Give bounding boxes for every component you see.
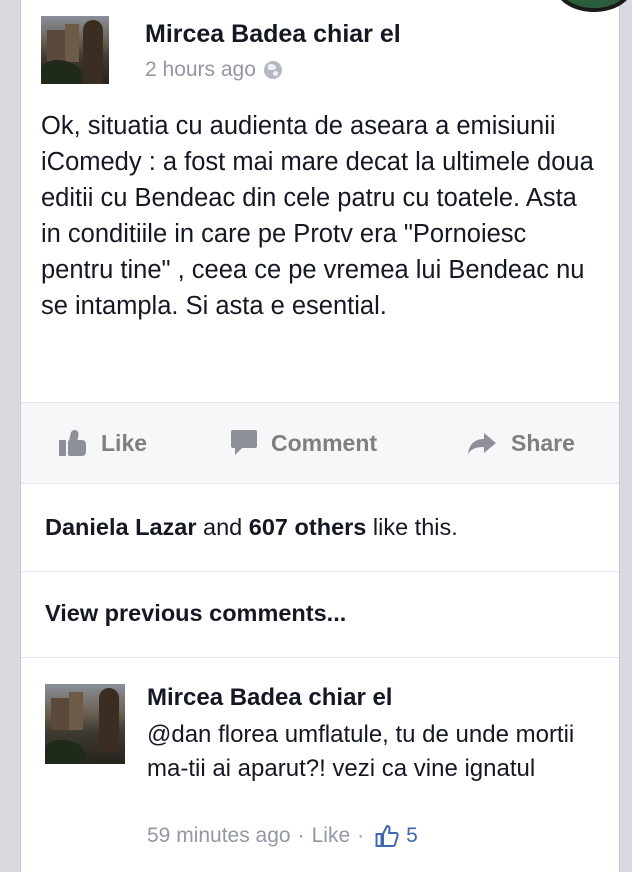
like-button[interactable]: Like — [59, 403, 147, 483]
share-button[interactable]: Share — [467, 403, 575, 483]
comment-bubble-icon — [231, 430, 257, 456]
commenter-name[interactable]: Mircea Badea chiar el — [147, 684, 392, 712]
comment-text: @dan florea umflatule, tu de unde mortii… — [147, 721, 575, 782]
comment-meta: 59 minutes ago · Like · 5 — [147, 824, 418, 848]
view-previous-comments-link[interactable]: View previous comments... — [21, 572, 619, 658]
comment-timestamp: 59 minutes ago — [147, 824, 291, 847]
meta-separator: · — [297, 824, 305, 847]
poster-avatar[interactable] — [41, 16, 109, 84]
liker-name[interactable]: Daniela Lazar — [45, 514, 197, 540]
post-meta: 2 hours ago — [145, 58, 282, 82]
chat-head-bubble[interactable] — [555, 0, 632, 12]
likes-others-count[interactable]: 607 others — [249, 514, 367, 540]
poster-name[interactable]: Mircea Badea chiar el — [145, 20, 401, 49]
likes-and: and — [203, 514, 243, 540]
comment-like-count[interactable]: 5 — [406, 824, 418, 848]
comment-like-link[interactable]: Like — [312, 824, 351, 848]
post-card: Mircea Badea chiar el 2 hours ago Ok, si… — [20, 0, 632, 872]
post-timestamp[interactable]: 2 hours ago — [145, 58, 256, 82]
thumbs-up-icon — [59, 429, 87, 456]
share-arrow-icon — [468, 433, 496, 454]
comment-item: Mircea Badea chiar el @dan florea umflat… — [21, 658, 619, 872]
share-button-label: Share — [511, 429, 575, 456]
post-body-text: Ok, situatia cu audienta de aseara a emi… — [41, 112, 594, 320]
like-button-label: Like — [101, 429, 148, 456]
likes-suffix: like this. — [372, 514, 458, 540]
commenter-avatar[interactable] — [45, 684, 125, 764]
comment-button[interactable]: Comment — [231, 403, 377, 483]
meta-separator-2: · — [357, 824, 365, 847]
likes-summary[interactable]: Daniela Lazar and 607 others like this. — [21, 484, 619, 572]
thumbs-up-outline-icon — [375, 825, 399, 847]
post-action-bar: Like Comment Share — [21, 402, 619, 484]
globe-icon — [263, 61, 282, 79]
comment-button-label: Comment — [271, 429, 378, 456]
